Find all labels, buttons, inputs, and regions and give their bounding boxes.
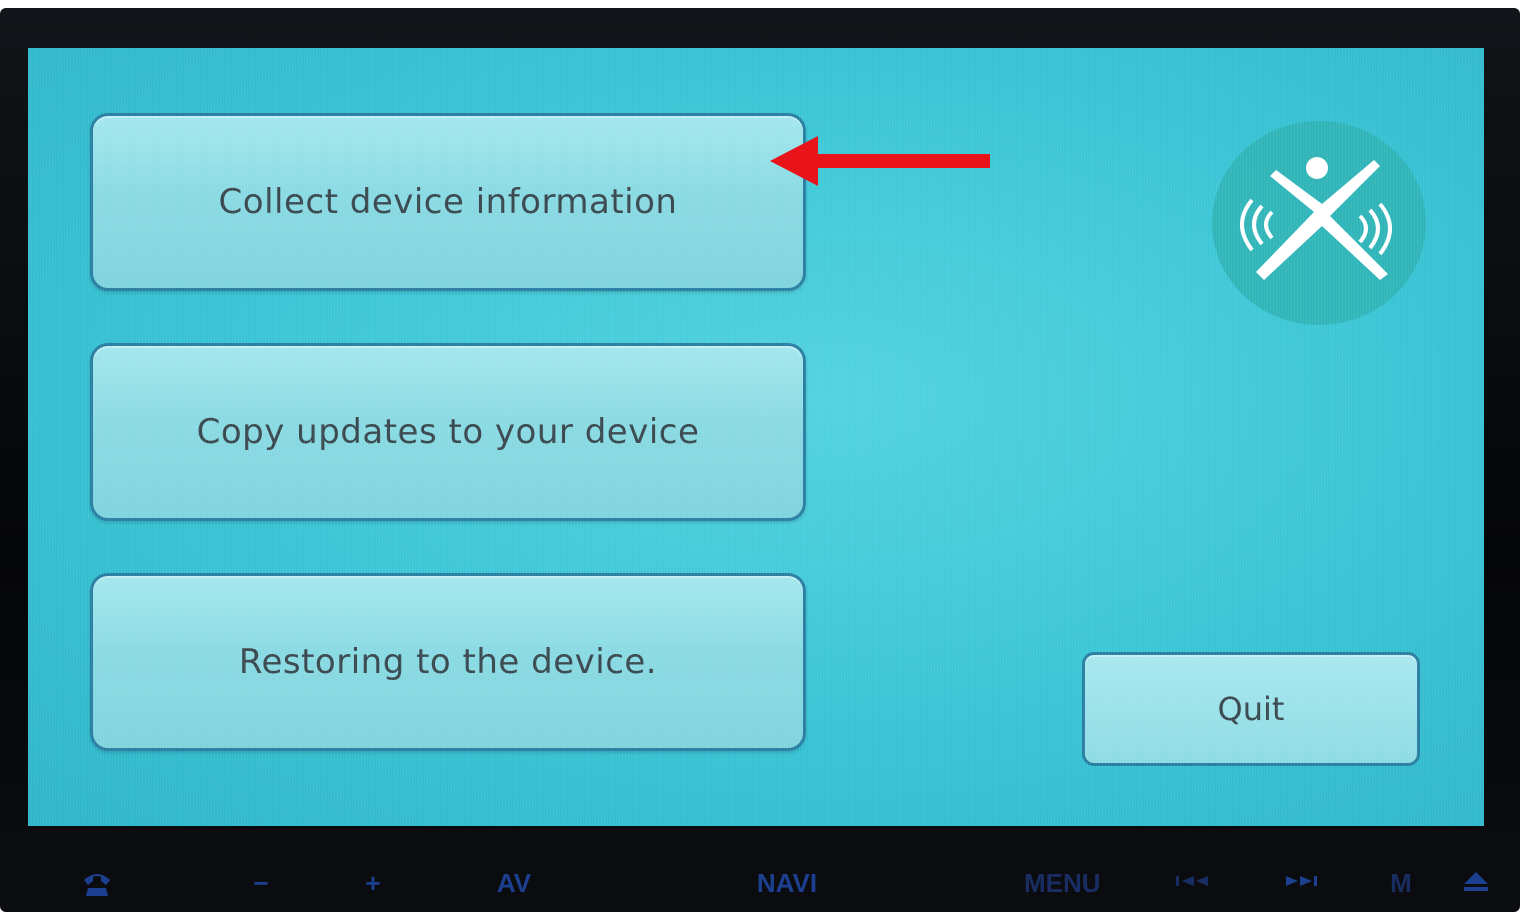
- next-track-icon[interactable]: [1280, 868, 1320, 900]
- device-bezel: Collect device information Copy updates …: [0, 8, 1520, 912]
- hardware-button-bar: − + AV NAVI MENU M: [0, 858, 1520, 912]
- prev-track-icon[interactable]: [1174, 868, 1214, 900]
- navi-button[interactable]: NAVI: [754, 868, 820, 898]
- restore-device-label: Restoring to the device.: [238, 642, 658, 682]
- copy-updates-label: Copy updates to your device: [196, 412, 700, 452]
- copy-updates-button[interactable]: Copy updates to your device: [90, 343, 806, 521]
- m-button[interactable]: M: [1388, 868, 1414, 898]
- x-person-wireless-logo-icon: [1212, 121, 1426, 325]
- phone-icon[interactable]: [80, 868, 114, 904]
- menu-button[interactable]: MENU: [1024, 868, 1101, 898]
- quit-label: Quit: [1217, 690, 1285, 728]
- quit-button[interactable]: Quit: [1082, 652, 1420, 766]
- volume-down-button[interactable]: −: [248, 868, 274, 898]
- collect-device-information-label: Collect device information: [218, 182, 678, 222]
- red-arrow-left-icon: [770, 136, 990, 186]
- restore-device-button[interactable]: Restoring to the device.: [90, 573, 806, 751]
- av-button[interactable]: AV: [494, 868, 534, 898]
- collect-device-information-button[interactable]: Collect device information: [90, 113, 806, 291]
- eject-icon[interactable]: [1462, 868, 1490, 900]
- volume-up-button[interactable]: +: [360, 868, 386, 898]
- touch-screen: Collect device information Copy updates …: [28, 48, 1484, 826]
